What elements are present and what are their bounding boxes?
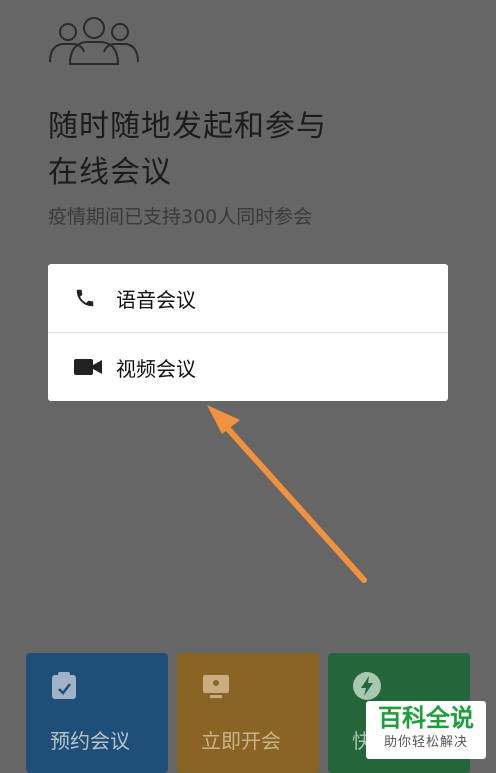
- voice-meeting-label: 语音会议: [116, 287, 196, 312]
- watermark-subtitle: 助你轻松解决: [383, 735, 468, 750]
- title-line-1: 随时随地发起和参与: [48, 109, 327, 144]
- meeting-type-menu: 语音会议 视频会议: [48, 264, 448, 401]
- schedule-meeting-card[interactable]: 预约会议: [26, 653, 168, 773]
- title-line-2: 在线会议: [48, 155, 172, 190]
- watermark-logo: 百科全说 助你轻松解决: [366, 701, 486, 759]
- phone-icon: [74, 287, 106, 309]
- voice-meeting-option[interactable]: 语音会议: [48, 264, 448, 333]
- start-meeting-card[interactable]: 立即开会: [177, 653, 319, 773]
- watermark-title: 百科全说: [378, 704, 474, 732]
- page-subtitle: 疫情期间已支持300人同时参会: [48, 206, 313, 228]
- lightning-icon: [353, 672, 381, 700]
- schedule-meeting-label: 预约会议: [50, 729, 130, 753]
- users-icon: [49, 17, 139, 65]
- page-title: 随时随地发起和参与 在线会议: [48, 104, 408, 196]
- video-meeting-label: 视频会议: [116, 356, 196, 381]
- start-meeting-label: 立即开会: [201, 729, 281, 753]
- monitor-icon: [203, 675, 229, 698]
- video-meeting-option[interactable]: 视频会议: [48, 333, 448, 401]
- calendar-clipboard-icon: [52, 672, 76, 699]
- video-camera-icon: [74, 358, 106, 376]
